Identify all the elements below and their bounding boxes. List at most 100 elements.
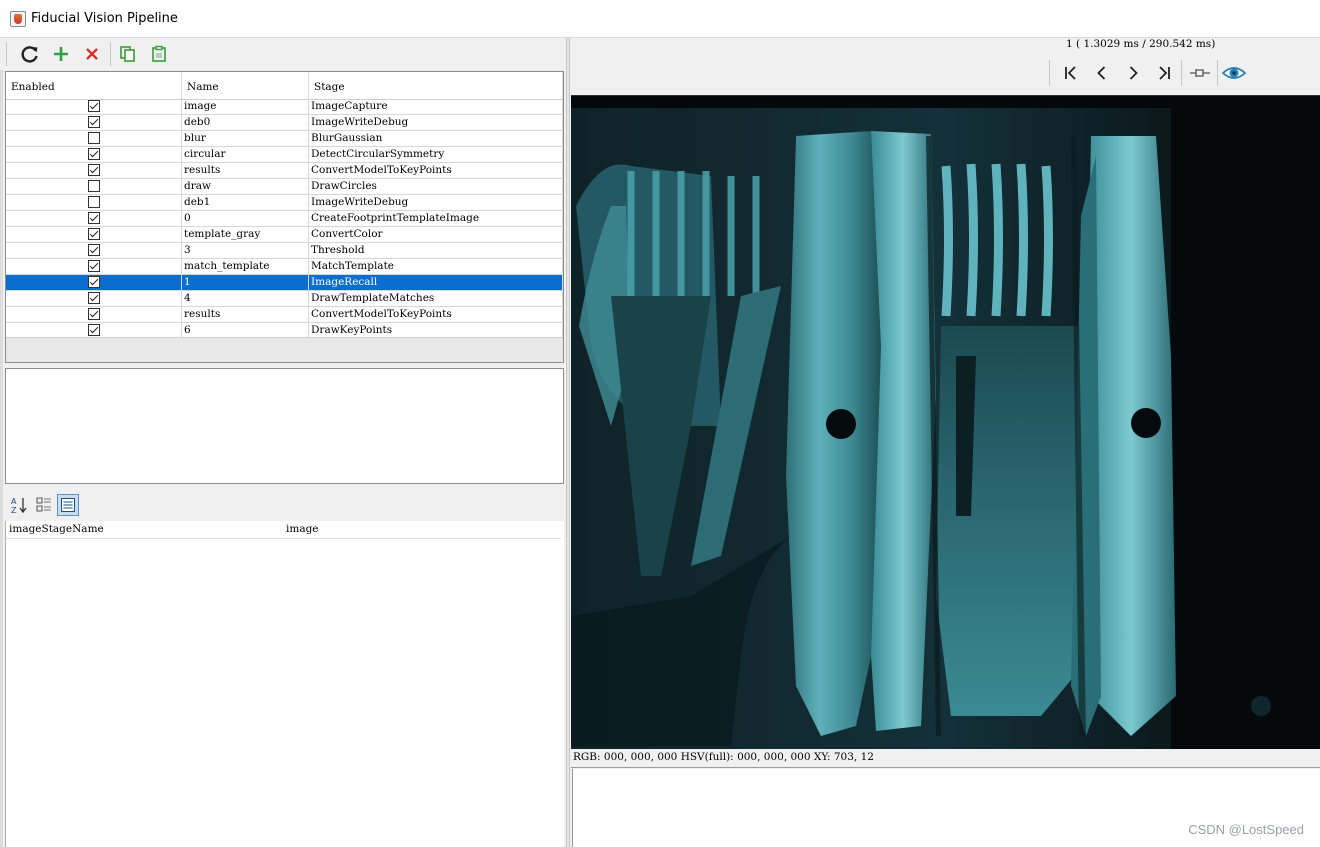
stage-type-cell[interactable]: CreateFootprintTemplateImage bbox=[309, 211, 563, 226]
property-list-button[interactable] bbox=[57, 494, 79, 516]
stage-type-cell[interactable]: ImageWriteDebug bbox=[309, 115, 563, 130]
table-row[interactable]: image ImageCapture bbox=[6, 99, 563, 115]
stage-type-cell[interactable]: MatchTemplate bbox=[309, 259, 563, 274]
refresh-button[interactable] bbox=[18, 42, 42, 66]
enabled-cell bbox=[6, 179, 182, 194]
stage-type-cell[interactable]: ImageWriteDebug bbox=[309, 195, 563, 210]
enabled-checkbox[interactable] bbox=[88, 228, 100, 240]
enabled-cell bbox=[6, 147, 182, 162]
clipboard-icon bbox=[152, 45, 166, 62]
stage-name-cell[interactable]: results bbox=[182, 307, 309, 322]
enabled-cell bbox=[6, 211, 182, 226]
stage-type-cell[interactable]: BlurGaussian bbox=[309, 131, 563, 146]
table-row[interactable]: draw DrawCircles bbox=[6, 179, 563, 195]
add-stage-button[interactable] bbox=[49, 42, 73, 66]
paste-button[interactable] bbox=[147, 42, 171, 66]
stage-type-cell[interactable]: Threshold bbox=[309, 243, 563, 258]
sort-alphabetical-button[interactable]: A Z bbox=[8, 494, 30, 516]
title-bar: Fiducial Vision Pipeline bbox=[0, 0, 1320, 38]
next-frame-button[interactable] bbox=[1120, 60, 1146, 86]
table-row[interactable]: circular DetectCircularSymmetry bbox=[6, 147, 563, 163]
view-toggle-button[interactable] bbox=[1221, 60, 1247, 86]
enabled-checkbox[interactable] bbox=[88, 180, 100, 192]
camera-image-view[interactable] bbox=[571, 95, 1320, 749]
panel-splitter[interactable] bbox=[566, 38, 570, 847]
enabled-checkbox[interactable] bbox=[88, 276, 100, 288]
window-title: Fiducial Vision Pipeline bbox=[31, 11, 178, 26]
table-row[interactable]: template_gray ConvertColor bbox=[6, 227, 563, 243]
enabled-checkbox[interactable] bbox=[88, 244, 100, 256]
enabled-checkbox[interactable] bbox=[88, 116, 100, 128]
enabled-checkbox[interactable] bbox=[88, 324, 100, 336]
first-frame-button[interactable] bbox=[1058, 60, 1084, 86]
stage-name-cell[interactable]: template_gray bbox=[182, 227, 309, 242]
enabled-checkbox[interactable] bbox=[88, 100, 100, 112]
table-row[interactable]: results ConvertModelToKeyPoints bbox=[6, 163, 563, 179]
sort-az-icon: A Z bbox=[11, 497, 27, 514]
stage-type-cell[interactable]: ImageRecall bbox=[309, 275, 563, 290]
stage-name-cell[interactable]: deb1 bbox=[182, 195, 309, 210]
next-icon bbox=[1129, 66, 1138, 80]
property-value[interactable]: image bbox=[286, 523, 319, 535]
stage-type-cell[interactable]: ImageCapture bbox=[309, 99, 563, 114]
property-key: imageStageName bbox=[9, 523, 104, 535]
stage-name-cell[interactable]: image bbox=[182, 99, 309, 114]
stage-type-cell[interactable]: DetectCircularSymmetry bbox=[309, 147, 563, 162]
enabled-checkbox[interactable] bbox=[88, 292, 100, 304]
table-row[interactable]: deb0 ImageWriteDebug bbox=[6, 115, 563, 131]
stage-type-cell[interactable]: ConvertModelToKeyPoints bbox=[309, 307, 563, 322]
stage-name-cell[interactable]: 1 bbox=[182, 275, 309, 290]
stage-type-cell[interactable]: DrawTemplateMatches bbox=[309, 291, 563, 306]
property-row[interactable]: imageStageName image bbox=[6, 521, 561, 539]
stage-name-cell[interactable]: 4 bbox=[182, 291, 309, 306]
stage-name-cell[interactable]: 0 bbox=[182, 211, 309, 226]
enabled-cell bbox=[6, 291, 182, 306]
last-frame-button[interactable] bbox=[1151, 60, 1177, 86]
stage-type-cell[interactable]: DrawCircles bbox=[309, 179, 563, 194]
pin-button[interactable] bbox=[1187, 60, 1213, 86]
table-row[interactable]: match_template MatchTemplate bbox=[6, 259, 563, 275]
table-row[interactable]: 1 ImageRecall bbox=[6, 275, 563, 291]
enabled-checkbox[interactable] bbox=[88, 196, 100, 208]
enabled-cell bbox=[6, 99, 182, 114]
stage-name-cell[interactable]: draw bbox=[182, 179, 309, 194]
enabled-checkbox[interactable] bbox=[88, 132, 100, 144]
stage-name-cell[interactable]: results bbox=[182, 163, 309, 178]
stage-info-panel bbox=[5, 368, 564, 484]
enabled-checkbox[interactable] bbox=[88, 164, 100, 176]
table-row[interactable]: results ConvertModelToKeyPoints bbox=[6, 307, 563, 323]
table-row[interactable]: 3 Threshold bbox=[6, 243, 563, 259]
enabled-checkbox[interactable] bbox=[88, 212, 100, 224]
categorized-view-button[interactable] bbox=[33, 494, 55, 516]
java-app-icon bbox=[10, 11, 26, 27]
stage-name-cell[interactable]: match_template bbox=[182, 259, 309, 274]
stage-name-cell[interactable]: deb0 bbox=[182, 115, 309, 130]
table-row[interactable]: 4 DrawTemplateMatches bbox=[6, 291, 563, 307]
table-row[interactable]: 0 CreateFootprintTemplateImage bbox=[6, 211, 563, 227]
enabled-cell bbox=[6, 227, 182, 242]
enabled-cell bbox=[6, 259, 182, 274]
enabled-checkbox[interactable] bbox=[88, 308, 100, 320]
stage-type-cell[interactable]: ConvertModelToKeyPoints bbox=[309, 163, 563, 178]
left-edge bbox=[0, 38, 3, 847]
enabled-cell bbox=[6, 195, 182, 210]
stage-name-cell[interactable]: blur bbox=[182, 131, 309, 146]
column-header-name[interactable]: Name bbox=[182, 72, 309, 99]
enabled-cell bbox=[6, 243, 182, 258]
remove-stage-button[interactable] bbox=[80, 42, 104, 66]
stage-name-cell[interactable]: circular bbox=[182, 147, 309, 162]
stage-type-cell[interactable]: ConvertColor bbox=[309, 227, 563, 242]
table-row[interactable]: blur BlurGaussian bbox=[6, 131, 563, 147]
previous-frame-button[interactable] bbox=[1089, 60, 1115, 86]
stage-name-cell[interactable]: 3 bbox=[182, 243, 309, 258]
column-header-stage[interactable]: Stage bbox=[309, 72, 563, 99]
stage-type-cell[interactable]: DrawKeyPoints bbox=[309, 323, 563, 338]
copy-button[interactable] bbox=[116, 42, 140, 66]
table-row[interactable]: deb1 ImageWriteDebug bbox=[6, 195, 563, 211]
stage-name-cell[interactable]: 6 bbox=[182, 323, 309, 338]
column-header-enabled[interactable]: Enabled bbox=[6, 72, 182, 99]
enabled-checkbox[interactable] bbox=[88, 148, 100, 160]
properties-toolbar: A Z bbox=[5, 492, 564, 520]
enabled-checkbox[interactable] bbox=[88, 260, 100, 272]
svg-text:A: A bbox=[11, 497, 17, 506]
